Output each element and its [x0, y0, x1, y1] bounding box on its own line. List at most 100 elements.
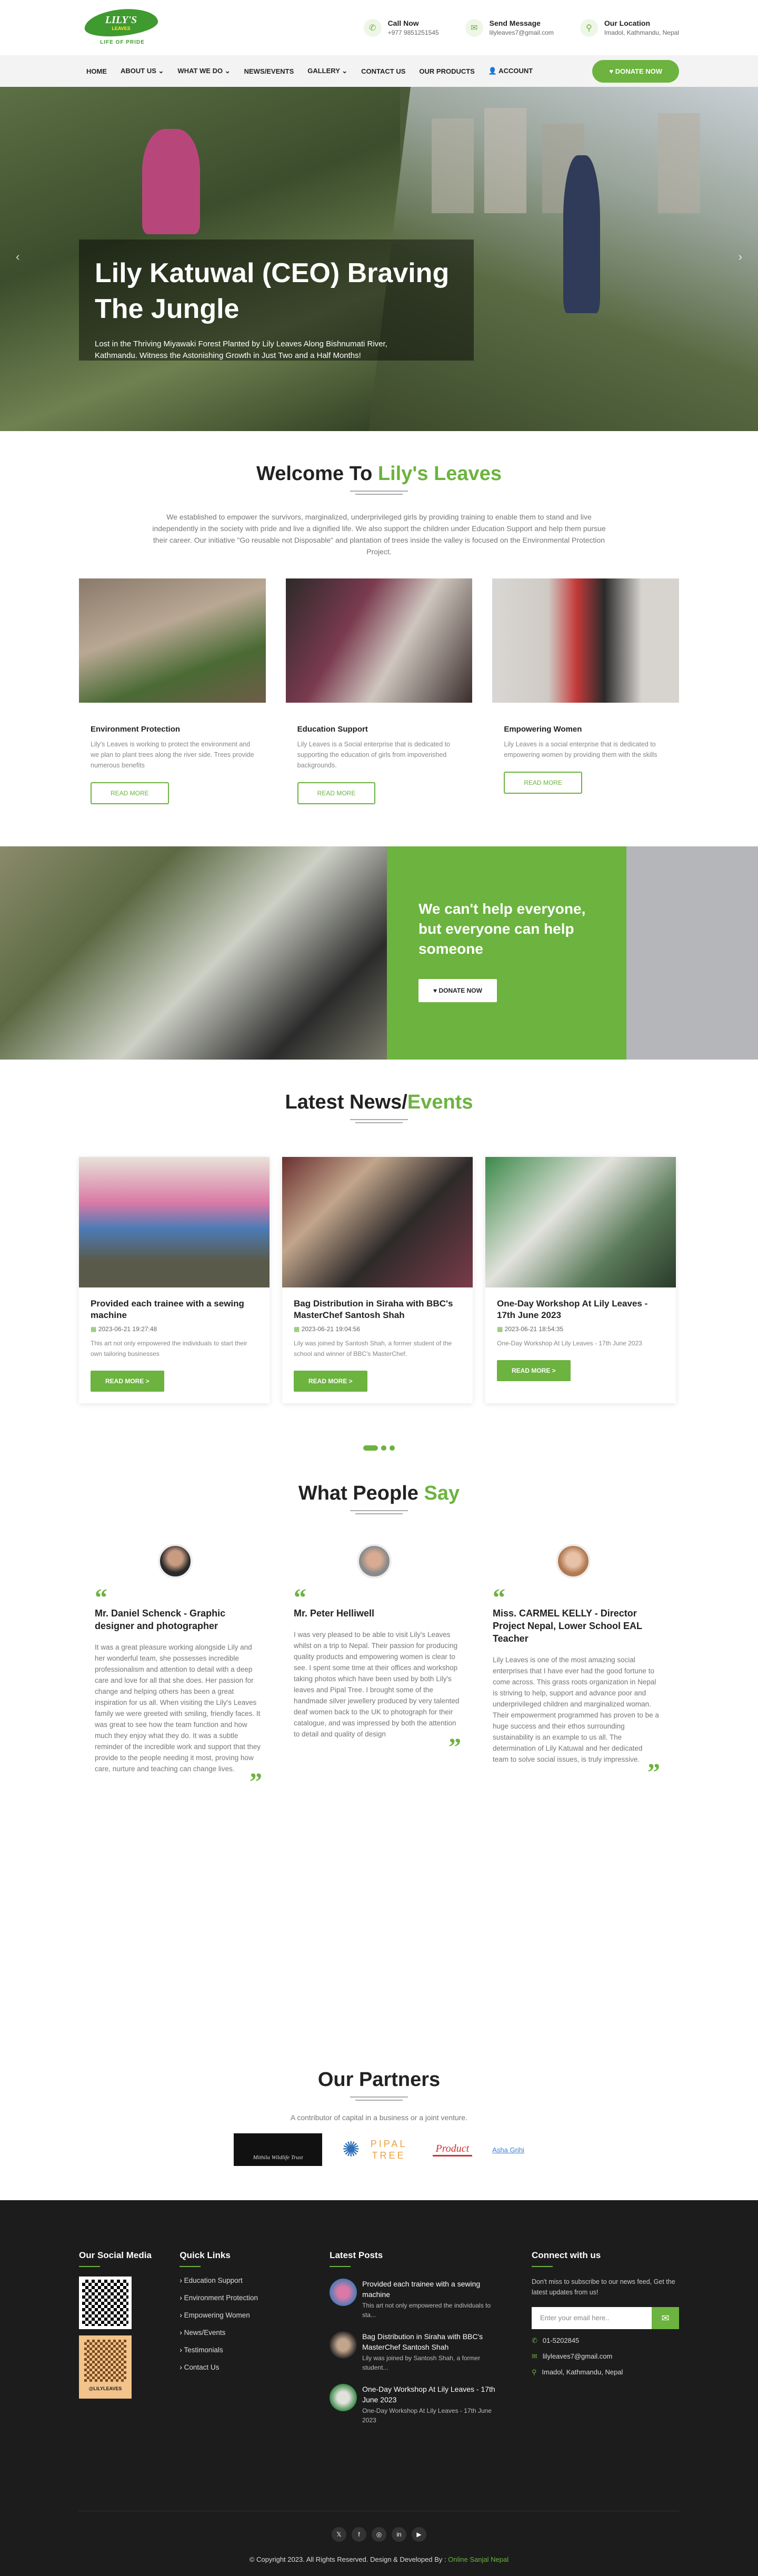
qr-label: @LILYLEAVES: [88, 2386, 122, 2391]
banner-title: We can't help everyone, but everyone can…: [418, 901, 586, 957]
slider-prev-icon[interactable]: ‹: [16, 250, 19, 264]
carousel-dot-active[interactable]: [363, 1445, 378, 1451]
top-bar: LILY'S LEAVES LIFE OF PRIDE ✆ Call Now +9…: [0, 0, 758, 55]
program-image: [285, 578, 473, 703]
footer-social-title: Our Social Media: [79, 2250, 152, 2260]
footer-underline: [79, 2266, 100, 2267]
copyright: © Copyright 2023. All Rights Reserved. D…: [79, 2555, 679, 2563]
carousel-dot[interactable]: [390, 1445, 395, 1451]
pipal-text: PIPAL TREE: [370, 2139, 407, 2161]
qr-card[interactable]: @LILYLEAVES: [79, 2335, 132, 2399]
nav-contact[interactable]: CONTACT US: [354, 67, 412, 75]
contact-location[interactable]: ⚲ Our Location Imadol, Kathmandu, Nepal: [580, 18, 679, 37]
program-card: Education Support Lily Leaves is a Socia…: [285, 578, 473, 804]
news-read-more-button[interactable]: READ MORE >: [497, 1360, 571, 1381]
social-icons: 𝕏 f ◎ in ▶: [79, 2527, 679, 2542]
nav-account[interactable]: 👤 ACCOUNT: [482, 67, 540, 75]
partner-logo-asha[interactable]: Asha Grihi: [492, 2146, 524, 2154]
nav-home[interactable]: HOME: [79, 67, 114, 75]
post-title: Bag Distribution in Siraha with BBC's Ma…: [362, 2332, 483, 2351]
instagram-icon[interactable]: ◎: [372, 2527, 386, 2542]
banner-donate-button[interactable]: ♥ DONATE NOW: [418, 979, 497, 1002]
mail-icon: ✉: [465, 18, 483, 37]
site-logo[interactable]: LILY'S LEAVES LIFE OF PRIDE: [79, 5, 166, 49]
read-more-button[interactable]: READ MORE: [297, 782, 376, 804]
nav-gallery[interactable]: GALLERY ⌄: [301, 67, 354, 75]
news-text: This art not only empowered the individu…: [91, 1340, 247, 1357]
news-card[interactable]: One-Day Workshop At Lily Leaves - 17th J…: [485, 1157, 676, 1403]
donate-now-button[interactable]: ♥ DONATE NOW: [592, 59, 679, 83]
testimonials-title-a: What People: [298, 1482, 424, 1504]
partner-logos: Mithila Wildlife Trust ✺ PIPAL TREE Prod…: [0, 2133, 758, 2166]
footer-phone[interactable]: ✆ 01-5202845: [532, 2337, 679, 2345]
developer-link[interactable]: Online Sanjal Nepal: [448, 2555, 508, 2563]
news-date: ▦ 2023-06-21 19:04:56: [294, 1325, 461, 1333]
title-underline: [350, 2096, 408, 2101]
post-thumbnail: [330, 2384, 357, 2411]
phone-icon: ✆: [531, 2337, 537, 2344]
hero-person-left: [142, 129, 200, 234]
footer-link[interactable]: Empowering Women: [179, 2311, 330, 2319]
quote-close-icon: ”: [448, 1733, 461, 1761]
contact-message[interactable]: ✉ Send Message lilyleaves7@gmail.com: [465, 18, 554, 37]
send-icon: ✉: [661, 2312, 670, 2323]
footer-email[interactable]: ✉ lilyleaves7@gmail.com: [532, 2352, 679, 2361]
footer-link[interactable]: Environment Protection: [179, 2294, 330, 2302]
news-card[interactable]: Bag Distribution in Siraha with BBC's Ma…: [282, 1157, 473, 1403]
title-underline: [350, 1510, 408, 1514]
partner-logo-product[interactable]: Product: [432, 2143, 473, 2156]
nav-what-we-do[interactable]: WHAT WE DO ⌄: [171, 67, 237, 75]
nav-about[interactable]: ABOUT US ⌄: [114, 67, 171, 75]
twitter-icon[interactable]: 𝕏: [332, 2527, 346, 2542]
contact-call-value: +977 9851251545: [387, 29, 439, 36]
program-title: Empowering Women: [504, 725, 582, 734]
partner-logo-pipal[interactable]: ✺ PIPAL TREE: [342, 2138, 413, 2162]
read-more-button[interactable]: READ MORE: [91, 782, 169, 804]
contact-message-value: lilyleaves7@gmail.com: [489, 29, 554, 36]
carousel-dot[interactable]: [381, 1445, 386, 1451]
copyright-text: © Copyright 2023. All Rights Reserved. D…: [249, 2555, 448, 2563]
quote-open-icon: “: [493, 1584, 505, 1612]
nav-products[interactable]: OUR PRODUCTS: [412, 67, 481, 75]
slider-next-icon[interactable]: ›: [739, 250, 742, 264]
post-text: Lily was joined by Santosh Shah, a forme…: [362, 2354, 481, 2371]
partner-logo-mithila[interactable]: Mithila Wildlife Trust: [234, 2133, 323, 2166]
logo-text: LILY'S: [105, 14, 137, 26]
phone-icon: ✆: [363, 18, 382, 37]
news-read-more-button[interactable]: READ MORE >: [91, 1371, 164, 1392]
news-read-more-button[interactable]: READ MORE >: [294, 1371, 367, 1392]
testimonial-name: Mr. Daniel Schenck - Graphic designer an…: [95, 1608, 226, 1631]
contact-call[interactable]: ✆ Call Now +977 9851251545: [363, 18, 439, 37]
linkedin-icon[interactable]: in: [392, 2527, 406, 2542]
hero-text: Lost in the Thriving Miyawaki Forest Pla…: [95, 340, 387, 360]
news-card[interactable]: Provided each trainee with a sewing mach…: [79, 1157, 270, 1403]
welcome-section: Welcome To Lily's Leaves We established …: [0, 431, 758, 804]
footer-link[interactable]: News/Events: [179, 2329, 330, 2337]
footer: Our Social Media @LILYLEAVES Quick Links…: [0, 2200, 758, 2576]
qr-code-icon[interactable]: [79, 2277, 132, 2329]
header-contacts: ✆ Call Now +977 9851251545 ✉ Send Message…: [363, 18, 679, 37]
footer-connect-title: Connect with us: [531, 2250, 601, 2260]
footer-link[interactable]: Contact Us: [179, 2363, 330, 2371]
welcome-title-a: Welcome To: [256, 463, 378, 485]
news-image: [485, 1157, 676, 1287]
donate-banner: We can't help everyone, but everyone can…: [0, 846, 758, 1060]
nav-news-events[interactable]: NEWS/EVENTS: [237, 67, 301, 75]
program-text: Lily Leaves is a Social enterprise that …: [297, 741, 451, 769]
newsletter-email-input[interactable]: Enter your email here..: [531, 2307, 652, 2329]
avatar: [556, 1544, 591, 1579]
footer-link[interactable]: Testimonials: [179, 2346, 330, 2354]
footer-post[interactable]: Bag Distribution in Siraha with BBC's Ma…: [330, 2331, 500, 2372]
footer-location: ⚲ Imadol, Kathmandu, Nepal: [532, 2368, 679, 2377]
footer-post[interactable]: Provided each trainee with a sewing mach…: [330, 2279, 500, 2320]
hero-building: [658, 113, 700, 213]
newsletter-submit-button[interactable]: ✉: [652, 2307, 679, 2329]
news-date-value: 2023-06-21 18:54:35: [504, 1325, 564, 1333]
footer-link[interactable]: Education Support: [179, 2277, 330, 2284]
read-more-button[interactable]: READ MORE: [504, 772, 583, 794]
facebook-icon[interactable]: f: [352, 2527, 366, 2542]
footer-post[interactable]: One-Day Workshop At Lily Leaves - 17th J…: [330, 2384, 500, 2425]
youtube-icon[interactable]: ▶: [412, 2527, 426, 2542]
news-card-title: Bag Distribution in Siraha with BBC's Ma…: [294, 1299, 453, 1320]
program-card: Empowering Women Lily Leaves is a social…: [492, 578, 680, 804]
